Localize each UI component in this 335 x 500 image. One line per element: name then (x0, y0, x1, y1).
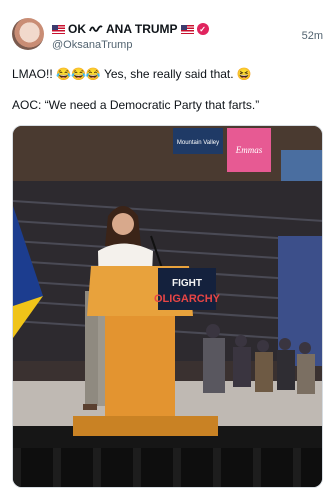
post-image[interactable]: Mountain Valley Emmas FIGHT OLIGARCHY (12, 125, 323, 488)
svg-text:Emmas: Emmas (235, 145, 263, 155)
post-text-line-1: LMAO!! 😂😂😂 Yes, she really said that. 😆 (12, 67, 252, 81)
us-flag-icon (180, 24, 194, 34)
display-name-prefix: OK (68, 22, 86, 36)
post-header: OK ANA TRUMP ✓ @OksanaTrump 52m (12, 18, 323, 58)
check-badge-icon: ✓ (196, 23, 209, 35)
svg-text:FIGHT: FIGHT (172, 278, 202, 289)
svg-text:OLIGARCHY: OLIGARCHY (154, 293, 221, 305)
display-name-rest: ANA TRUMP (106, 22, 178, 36)
post-text-line-2: AOC: “We need a Democratic Party that fa… (12, 98, 260, 112)
display-name[interactable]: OK ANA TRUMP ✓ (52, 21, 209, 37)
us-flag-icon (52, 24, 65, 34)
svg-text:Mountain Valley: Mountain Valley (177, 140, 219, 146)
author-handle[interactable]: @OksanaTrump (52, 39, 132, 51)
avatar[interactable] (12, 18, 44, 50)
post-timestamp[interactable]: 52m (302, 30, 323, 42)
squiggle-s-icon (89, 25, 103, 32)
rally-photo: Mountain Valley Emmas FIGHT OLIGARCHY (13, 126, 322, 487)
